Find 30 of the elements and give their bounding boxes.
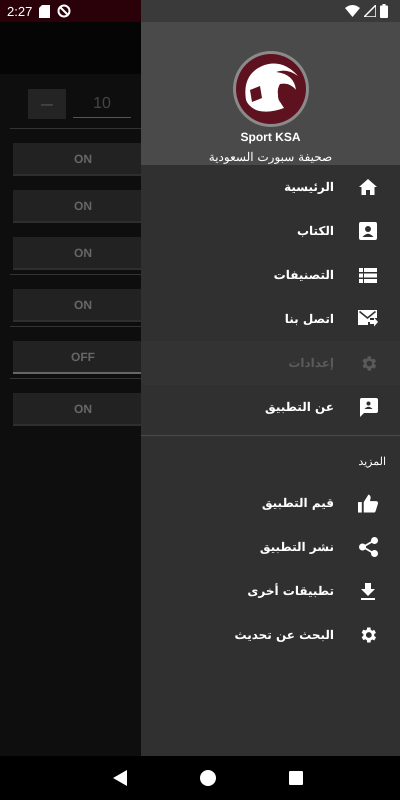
- app-name: Sport KSA: [240, 130, 300, 144]
- sd-card-icon: [39, 4, 50, 18]
- signal-icon: [364, 5, 376, 17]
- battery-icon: [380, 4, 388, 18]
- app-subtitle: صحيفة سبورت السعودية: [208, 150, 332, 164]
- status-time: 2:27: [7, 4, 32, 18]
- menu-item[interactable]: اتصل بنا: [141, 297, 400, 341]
- list-icon: [359, 268, 377, 282]
- sync-off-icon: [57, 4, 72, 18]
- wifi-icon: [345, 5, 360, 17]
- contact-icon: [359, 222, 377, 240]
- home-icon: [359, 179, 377, 195]
- recents-icon[interactable]: [289, 771, 304, 785]
- home-icon[interactable]: [200, 770, 216, 786]
- share-icon: [358, 537, 378, 557]
- menu-item[interactable]: تطبيقات أخرى: [141, 569, 400, 613]
- download-icon: [361, 582, 375, 600]
- menu-item[interactable]: التصنيفات: [141, 253, 400, 297]
- thumbs-up-icon: [358, 494, 378, 512]
- logo-icon: [232, 50, 310, 128]
- menu-item[interactable]: عن التطبيق: [141, 385, 400, 429]
- menu-item[interactable]: نشر التطبيق: [141, 525, 400, 569]
- feedback-icon: [358, 398, 378, 416]
- mail-forward-icon: [358, 310, 378, 328]
- menu-item[interactable]: البحث عن تحديث: [141, 613, 400, 657]
- back-icon[interactable]: [112, 770, 127, 786]
- menu-item[interactable]: الرئيسية: [141, 165, 400, 209]
- section-title: المزيد: [358, 455, 386, 468]
- menu-item[interactable]: الكتاب: [141, 209, 400, 253]
- menu-item[interactable]: قيم التطبيق: [141, 481, 400, 525]
